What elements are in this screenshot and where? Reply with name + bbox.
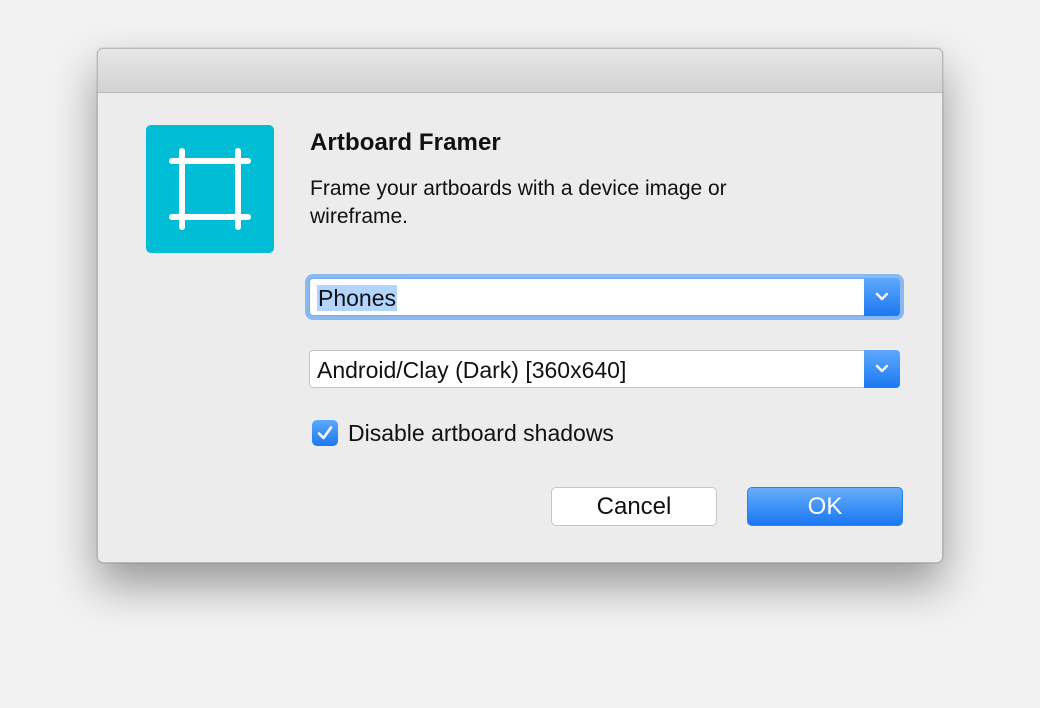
checkmark-icon — [317, 426, 333, 440]
artboard-framer-dialog: Artboard Framer Frame your artboards wit… — [97, 48, 943, 563]
chevron-down-icon — [875, 364, 889, 373]
window-titlebar[interactable] — [98, 49, 942, 93]
disable-shadows-label[interactable]: Disable artboard shadows — [348, 420, 614, 446]
dialog-title: Artboard Framer — [310, 129, 501, 156]
ok-button[interactable]: OK — [747, 487, 903, 526]
cancel-button[interactable]: Cancel — [551, 487, 717, 526]
dialog-description: Frame your artboards with a device image… — [310, 177, 727, 228]
category-select[interactable]: Phones — [309, 278, 900, 316]
category-select-value: Phones — [317, 285, 398, 311]
chevron-down-icon — [875, 292, 889, 301]
device-select-value: Android/Clay (Dark) [360x640] — [317, 357, 627, 383]
device-dropdown-button[interactable] — [864, 350, 900, 388]
device-select[interactable]: Android/Clay (Dark) [360x640] — [309, 350, 900, 388]
artboard-frame-icon — [146, 125, 274, 253]
category-dropdown-button[interactable] — [864, 278, 900, 316]
disable-shadows-checkbox[interactable] — [312, 420, 338, 446]
